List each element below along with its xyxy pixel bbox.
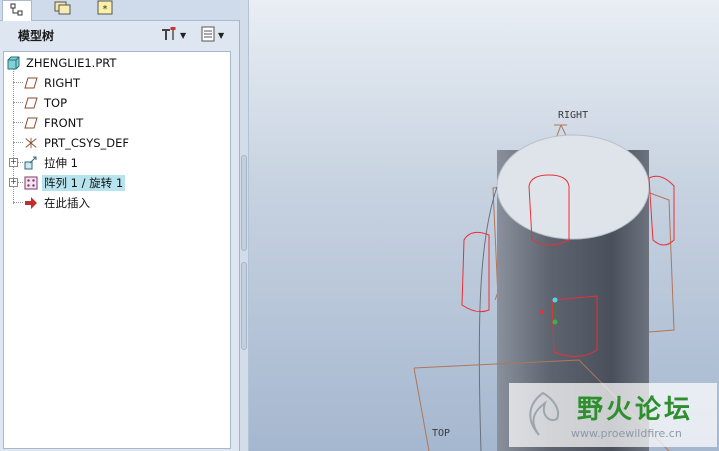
favorites-tab[interactable]: *: [90, 0, 120, 19]
tree-item-label: PRT_CSYS_DEF: [44, 136, 130, 150]
panel-tab-strip: *: [0, 0, 240, 21]
tree-item-label: FRONT: [44, 116, 84, 130]
favorites-icon: *: [97, 0, 113, 19]
chevron-down-icon: ▼: [218, 30, 225, 40]
tree-icon: [10, 3, 24, 20]
tree-connector: [13, 82, 23, 83]
expand-toggle[interactable]: +: [9, 158, 18, 167]
tree-item-label: ZHENGLIE1.PRT: [26, 56, 117, 70]
tree-settings-button[interactable]: ▼: [200, 26, 224, 44]
tools-icon: [160, 26, 178, 45]
panel-title: 模型树: [18, 29, 55, 43]
datum-plane-icon: [24, 116, 38, 130]
watermark-url: www.proewildfire.cn: [571, 427, 682, 440]
datum-plane-icon: [24, 96, 38, 110]
tree-item-label: TOP: [44, 96, 68, 110]
insert-arrow-icon: [24, 196, 38, 210]
tree-item-label: 在此插入: [44, 196, 90, 210]
datum-label-top: TOP: [432, 428, 450, 439]
svg-text:*: *: [103, 4, 108, 15]
tree-connector: [13, 122, 23, 123]
expand-toggle[interactable]: +: [9, 178, 18, 187]
datum-plane-icon: [24, 76, 38, 90]
splitter-grip[interactable]: [241, 155, 247, 251]
watermark-title: 野火论坛: [577, 395, 694, 425]
model-tree: ZHENGLIE1.PRT RIGHT TOP FRONT PRT_CSYS_D…: [3, 51, 231, 449]
tree-item-right-plane[interactable]: RIGHT: [24, 74, 82, 92]
panel-splitter[interactable]: [240, 0, 249, 451]
tree-connector: [13, 102, 23, 103]
tree-item-extrude[interactable]: 拉伸 1: [24, 154, 80, 172]
tree-connector: [13, 142, 23, 143]
model-tree-tab[interactable]: [2, 0, 32, 21]
splitter-handle[interactable]: [241, 262, 247, 350]
tree-item-label: RIGHT: [44, 76, 80, 90]
tree-tools-button[interactable]: ▼: [160, 26, 186, 44]
tree-item-front-plane[interactable]: FRONT: [24, 114, 85, 132]
graphics-viewport[interactable]: RIGHT TOP 野火论坛 www.proewildfire.cn: [249, 0, 719, 451]
folder-browser-tab[interactable]: [48, 0, 78, 19]
extrude-icon: [24, 156, 38, 170]
settings-list-icon: [200, 26, 216, 45]
tree-item-label: 阵列 1 / 旋转 1: [42, 175, 126, 191]
pattern-icon: [24, 176, 38, 190]
tree-item-csys[interactable]: PRT_CSYS_DEF: [24, 134, 131, 152]
tree-root-part[interactable]: ZHENGLIE1.PRT: [6, 54, 118, 72]
chevron-down-icon: ▼: [180, 30, 187, 40]
part-icon: [6, 56, 20, 70]
tree-item-pattern[interactable]: 阵列 1 / 旋转 1: [24, 174, 126, 192]
tree-item-label: 拉伸 1: [44, 156, 78, 170]
folder-icon: [54, 0, 72, 19]
tree-item-top-plane[interactable]: TOP: [24, 94, 69, 112]
tree-item-insert-here[interactable]: 在此插入: [24, 194, 92, 212]
watermark: 野火论坛 www.proewildfire.cn: [509, 383, 717, 447]
datum-label-right: RIGHT: [558, 110, 588, 121]
model-tree-panel: * 模型树 ▼ ▼ ZHENGLIE1.PRT RIGHT TOP FRONT …: [0, 0, 240, 451]
csys-icon: [24, 136, 38, 150]
panel-header: 模型树 ▼ ▼: [0, 21, 240, 49]
tree-connector: [13, 202, 23, 203]
